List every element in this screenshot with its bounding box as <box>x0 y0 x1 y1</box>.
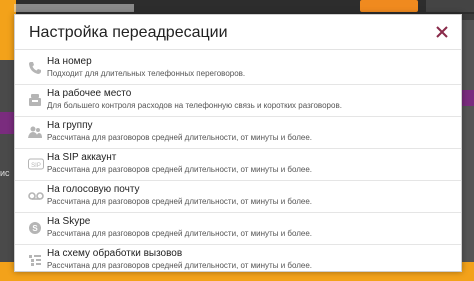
close-icon[interactable] <box>433 23 451 41</box>
forwarding-settings-dialog: Настройка переадресации На номер Подходи… <box>14 14 462 272</box>
option-group[interactable]: На группу Рассчитана для разговоров сред… <box>15 117 461 149</box>
svg-text:S: S <box>32 224 38 233</box>
option-call-flow[interactable]: На схему обработки вызовов Рассчитана дл… <box>15 245 461 276</box>
sip-icon: SIP <box>28 157 44 171</box>
option-workplace[interactable]: На рабочее место Для большего контроля р… <box>15 85 461 117</box>
desk-phone-icon <box>28 93 42 107</box>
dialog-title: Настройка переадресации <box>29 24 228 41</box>
group-icon <box>28 125 42 139</box>
option-sip-account[interactable]: SIP На SIP аккаунт Рассчитана для разгов… <box>15 149 461 181</box>
background-right-tab <box>462 90 474 106</box>
option-title: На рабочее место <box>47 88 132 99</box>
option-skype[interactable]: S На Skype Рассчитана для разговоров сре… <box>15 213 461 245</box>
option-description: Рассчитана для разговоров средней длител… <box>47 261 313 270</box>
option-description: Рассчитана для разговоров средней длител… <box>47 229 313 238</box>
call-flow-icon <box>28 253 42 267</box>
background-strip <box>14 4 134 12</box>
background-left-tab <box>0 112 14 134</box>
svg-text:SIP: SIP <box>31 163 41 169</box>
option-title: На номер <box>47 56 92 67</box>
option-title: На схему обработки вызовов <box>47 248 183 259</box>
forwarding-options-list: На номер Подходит для длительных телефон… <box>15 53 461 276</box>
option-description: Рассчитана для разговоров средней длител… <box>47 133 313 142</box>
dialog-header: Настройка переадресации <box>15 15 461 50</box>
voicemail-icon <box>28 189 44 203</box>
skype-icon: S <box>28 221 42 235</box>
option-number[interactable]: На номер Подходит для длительных телефон… <box>15 53 461 85</box>
phone-icon <box>28 61 42 75</box>
option-title: На SIP аккаунт <box>47 152 117 163</box>
option-description: Для большего контроля расходов на телефо… <box>47 101 342 110</box>
option-description: Рассчитана для разговоров средней длител… <box>47 197 313 206</box>
background-right-panel <box>462 20 474 281</box>
option-description: Подходит для длительных телефонных перег… <box>47 69 246 78</box>
background-button-dark <box>426 0 474 12</box>
background-left-text: ис <box>0 168 10 178</box>
option-title: На голосовую почту <box>47 184 140 195</box>
background-button <box>360 0 418 12</box>
option-title: На группу <box>47 120 93 131</box>
option-voicemail[interactable]: На голосовую почту Рассчитана для разгов… <box>15 181 461 213</box>
option-description: Рассчитана для разговоров средней длител… <box>47 165 313 174</box>
option-title: На Skype <box>47 216 91 227</box>
